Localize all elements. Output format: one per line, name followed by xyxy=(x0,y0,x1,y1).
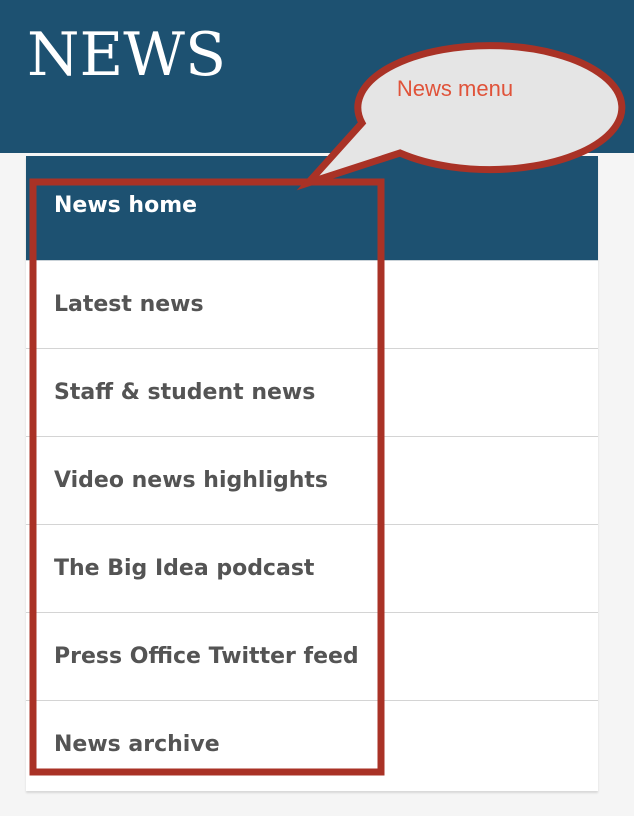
menu-item-press-office-twitter[interactable]: Press Office Twitter feed xyxy=(26,613,598,701)
page-title: NEWS xyxy=(27,20,227,90)
menu-item-staff-student-news[interactable]: Staff & student news xyxy=(26,349,598,437)
menu-item-news-archive[interactable]: News archive xyxy=(26,701,598,791)
page: NEWS News home Latest news Staff & stude… xyxy=(0,0,634,816)
annotation-label: News menu xyxy=(396,76,514,101)
menu-item-news-home[interactable]: News home xyxy=(26,156,598,261)
menu-item-latest-news[interactable]: Latest news xyxy=(26,261,598,349)
menu-item-video-news-highlights[interactable]: Video news highlights xyxy=(26,437,598,525)
menu-item-big-idea-podcast[interactable]: The Big Idea podcast xyxy=(26,525,598,613)
news-menu: News home Latest news Staff & student ne… xyxy=(26,156,598,791)
